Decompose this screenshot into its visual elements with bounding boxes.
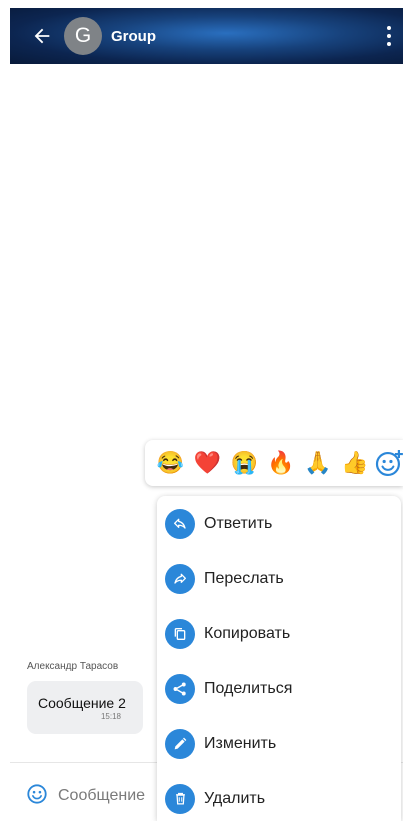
kebab-dot bbox=[387, 34, 391, 38]
group-avatar[interactable]: G bbox=[64, 17, 102, 55]
message-input[interactable]: Сообщение bbox=[58, 787, 145, 805]
chat-title[interactable]: Group bbox=[111, 28, 156, 45]
menu-label: Переслать bbox=[204, 569, 284, 587]
reaction-laughing[interactable]: 😂 bbox=[152, 452, 189, 474]
edit-icon bbox=[165, 728, 195, 759]
add-reaction-icon[interactable] bbox=[375, 449, 403, 477]
more-options-button[interactable] bbox=[379, 22, 399, 50]
menu-item-delete[interactable]: Удалить bbox=[157, 771, 401, 821]
kebab-dot bbox=[387, 26, 391, 30]
message-text: Сообщение 2 bbox=[38, 695, 126, 711]
menu-label: Удалить bbox=[204, 789, 266, 807]
arrow-left-icon bbox=[34, 28, 50, 44]
message-context-menu: Ответить Переслать Копировать Поделиться… bbox=[157, 496, 401, 821]
menu-item-forward[interactable]: Переслать bbox=[157, 551, 401, 606]
share-icon bbox=[165, 673, 195, 704]
delete-icon bbox=[165, 783, 195, 814]
reaction-crying[interactable]: 😭 bbox=[226, 452, 263, 474]
message-time: 15:18 bbox=[100, 712, 121, 721]
menu-label: Копировать bbox=[204, 624, 291, 642]
menu-item-copy[interactable]: Копировать bbox=[157, 606, 401, 661]
kebab-dot bbox=[387, 42, 391, 46]
menu-label: Поделиться bbox=[204, 679, 293, 697]
menu-item-share[interactable]: Поделиться bbox=[157, 661, 401, 716]
reaction-bar: 😂 ❤️ 😭 🔥 🙏 👍 bbox=[145, 440, 403, 486]
avatar-letter: G bbox=[74, 24, 92, 47]
back-button[interactable] bbox=[24, 18, 60, 54]
reaction-pray[interactable]: 🙏 bbox=[299, 452, 336, 474]
forward-icon bbox=[165, 563, 195, 594]
message-bubble[interactable]: Сообщение 2 15:18 bbox=[27, 681, 143, 734]
reply-icon bbox=[165, 508, 195, 539]
message-sender: Александр Тарасов bbox=[27, 661, 119, 672]
menu-label: Изменить bbox=[204, 734, 277, 752]
reaction-heart[interactable]: ❤️ bbox=[189, 452, 226, 474]
reaction-fire[interactable]: 🔥 bbox=[263, 452, 300, 474]
menu-item-reply[interactable]: Ответить bbox=[157, 496, 401, 551]
menu-item-edit[interactable]: Изменить bbox=[157, 716, 401, 771]
copy-icon bbox=[165, 618, 195, 649]
reaction-thumbs-up[interactable]: 👍 bbox=[336, 452, 373, 474]
app-header: G Group bbox=[10, 8, 403, 64]
emoji-icon[interactable] bbox=[26, 783, 48, 805]
menu-label: Ответить bbox=[204, 514, 273, 532]
